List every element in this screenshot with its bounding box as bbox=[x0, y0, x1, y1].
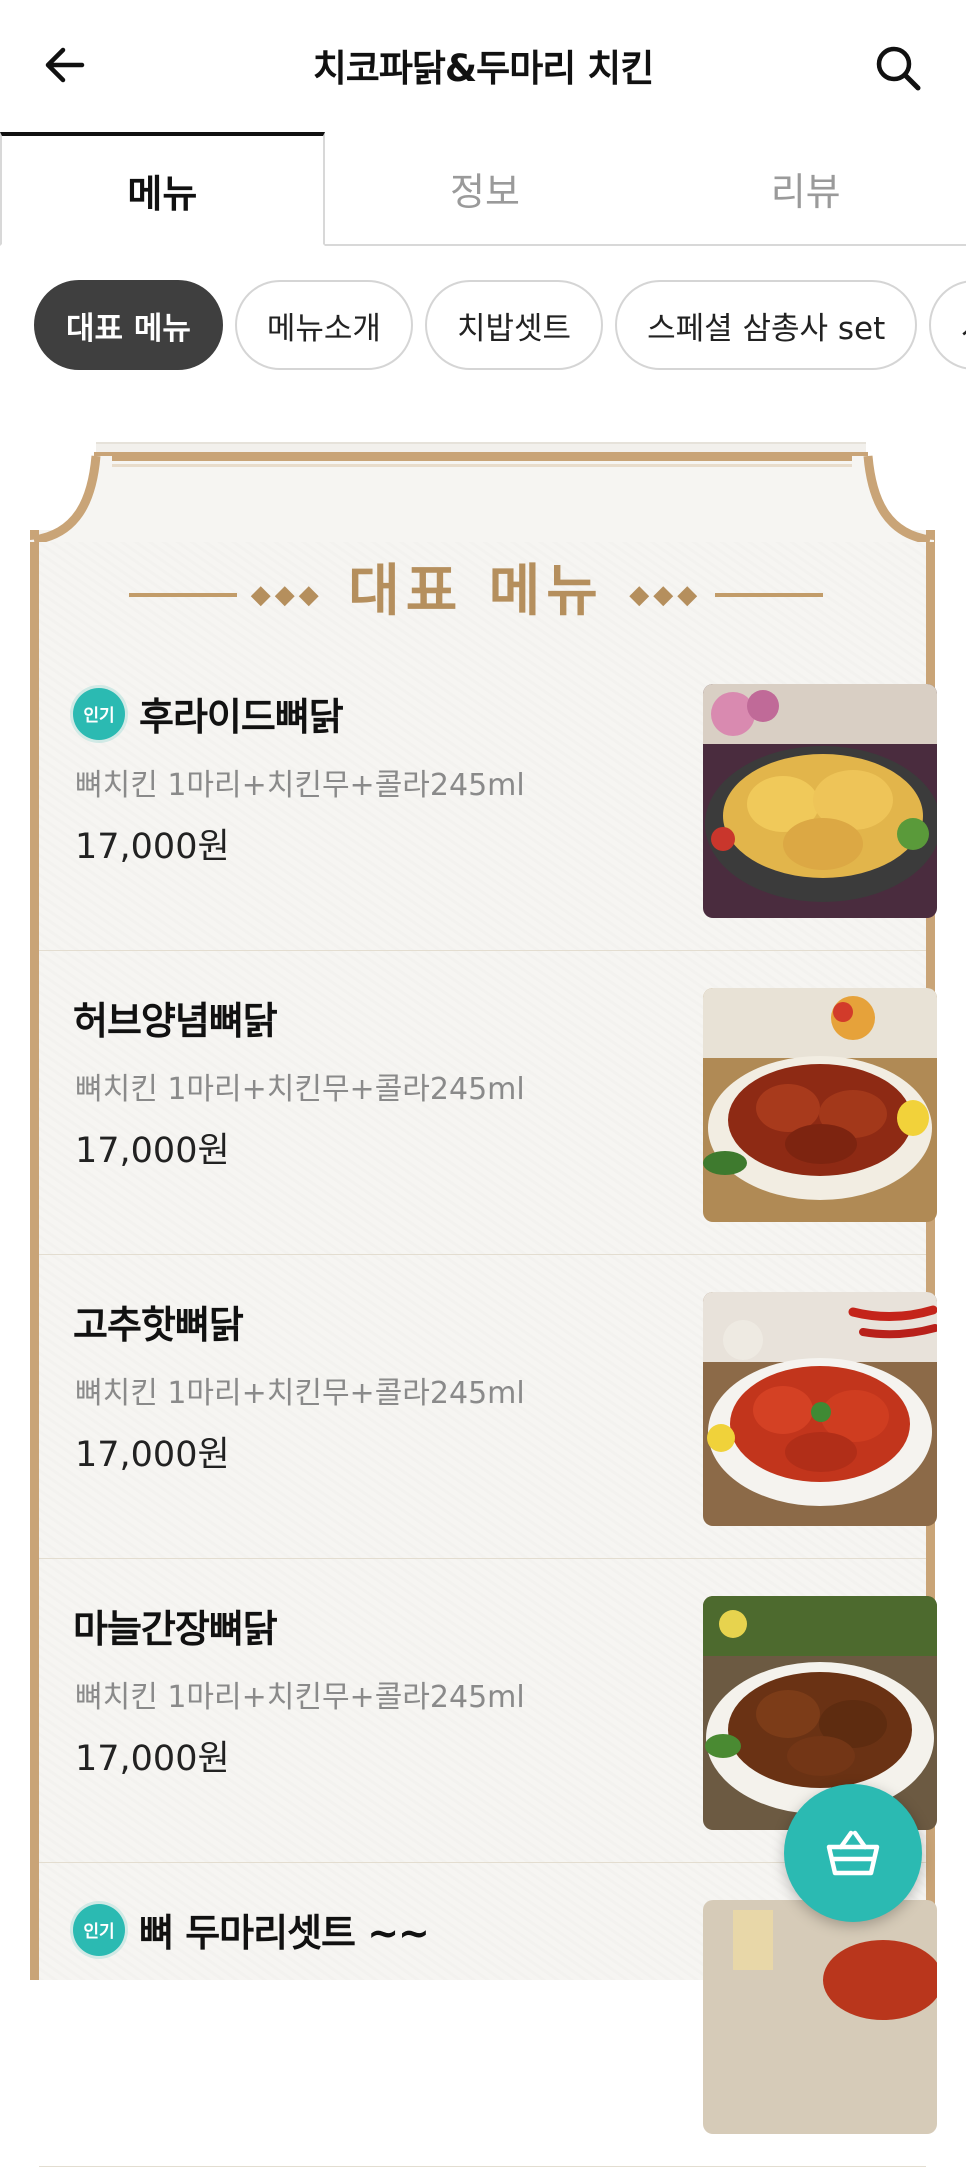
menu-item-price: 17,000원 bbox=[75, 1739, 230, 1779]
fried-chicken-photo bbox=[703, 684, 937, 918]
ornament-diamonds-left: ◆◆◆ bbox=[250, 579, 323, 610]
ornament-line-right bbox=[715, 592, 824, 597]
board-corner-right bbox=[852, 455, 934, 542]
menu-item-description: 뼈치킨 1마리+치킨무+콜라245ml bbox=[75, 1680, 525, 1715]
menu-item-name: 고추핫뼈닭 bbox=[73, 1303, 244, 1347]
chip-more[interactable]: 사 bbox=[929, 280, 966, 370]
chip-signature-menu[interactable]: 대표 메뉴 bbox=[34, 280, 223, 370]
board-corner-left bbox=[30, 455, 112, 542]
cart-button[interactable] bbox=[784, 1784, 922, 1922]
section-heading: ◆◆◆ 대표 메뉴 ◆◆◆ bbox=[16, 546, 936, 627]
menu-item[interactable]: 고추핫뼈닭 뼈치킨 1마리+치킨무+콜라245ml 17,000원 bbox=[39, 1254, 937, 1559]
menu-item-name: 허브양념뼈닭 bbox=[73, 999, 278, 1043]
chip-special-set[interactable]: 스페셜 삼총사 set bbox=[615, 280, 918, 370]
two-chicken-set-photo bbox=[703, 1900, 937, 2134]
tab-bar: 메뉴 정보 리뷰 bbox=[0, 132, 966, 246]
ornament-diamonds-right: ◆◆◆ bbox=[629, 579, 702, 610]
menu-item-description: 뼈치킨 1마리+치킨무+콜라245ml bbox=[75, 1072, 525, 1107]
chip-chibap-set[interactable]: 치밥셋트 bbox=[424, 280, 604, 370]
tab-reviews[interactable]: 리뷰 bbox=[645, 132, 966, 244]
section-title: 대표 메뉴 bbox=[348, 559, 604, 624]
tab-info[interactable]: 정보 bbox=[325, 132, 646, 244]
menu-item[interactable]: 허브양념뼈닭 뼈치킨 1마리+치킨무+콜라245ml 17,000원 bbox=[39, 950, 937, 1255]
app-header: 치코파닭&두마리 치킨 bbox=[0, 0, 966, 132]
popular-badge: 인기 bbox=[73, 1903, 125, 1956]
menu-item[interactable]: 인기 뼈 두마리셋트 ~~ bbox=[39, 1862, 937, 2167]
menu-item[interactable]: 인기 후라이드뼈닭 뼈치킨 1마리+치킨무+콜라245ml 17,000원 bbox=[39, 646, 937, 951]
search-icon bbox=[876, 46, 921, 91]
category-chip-bar[interactable]: 대표 메뉴 메뉴소개 치밥셋트 스페셜 삼총사 set 사 bbox=[0, 244, 966, 380]
chip-menu-intro[interactable]: 메뉴소개 bbox=[234, 280, 413, 370]
menu-item-description: 뼈치킨 1마리+치킨무+콜라245ml bbox=[75, 1376, 525, 1411]
search-button[interactable] bbox=[870, 40, 926, 96]
menu-item-name: 뼈 두마리셋트 ~~ bbox=[139, 1911, 430, 1955]
menu-board: ◆◆◆ 대표 메뉴 ◆◆◆ 인기 후라이드뼈닭 뼈치킨 1마리+치킨무+콜라24… bbox=[16, 440, 937, 2167]
tab-menu[interactable]: 메뉴 bbox=[0, 132, 325, 246]
board-header-frame bbox=[94, 452, 868, 542]
ornament-line-left bbox=[128, 592, 237, 597]
popular-badge: 인기 bbox=[73, 687, 125, 740]
herb-seasoned-chicken-photo bbox=[703, 988, 937, 1222]
menu-item-description: 뼈치킨 1마리+치킨무+콜라245ml bbox=[75, 768, 525, 803]
menu-item-name: 마늘간장뼈닭 bbox=[73, 1607, 278, 1651]
menu-item-price: 17,000원 bbox=[75, 1131, 230, 1171]
menu-item-name: 후라이드뼈닭 bbox=[139, 695, 344, 739]
page-title: 치코파닭&두마리 치킨 bbox=[312, 47, 655, 90]
hot-pepper-chicken-photo bbox=[703, 1292, 937, 1526]
menu-item-price: 17,000원 bbox=[75, 1435, 230, 1475]
menu-item-price: 17,000원 bbox=[75, 827, 230, 867]
basket-icon bbox=[826, 1830, 880, 1876]
